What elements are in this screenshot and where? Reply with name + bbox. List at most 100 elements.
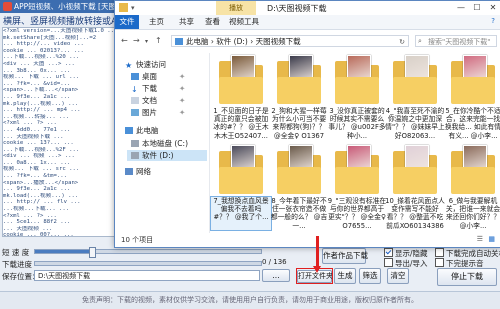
checkbox-box[interactable]: [435, 248, 444, 257]
file-tile[interactable]: 6_做与我要解机关，把谁一来就会来还回你们好？？ @小李...: [443, 145, 500, 230]
generate-button[interactable]: 生成: [334, 268, 356, 284]
download-progress-bar: [34, 261, 262, 266]
ribbon-context-tab-play[interactable]: 播放: [216, 1, 256, 15]
tab-file[interactable]: 文件: [115, 15, 139, 29]
search-input[interactable]: 搜索"天图视频下载": [415, 35, 497, 47]
code-line: ... 天图视频 ...: [3, 225, 53, 232]
address-bar[interactable]: 此电脑 › 软件 (D:) › 天图视频下载 ↻: [171, 35, 409, 47]
nav-quick-access[interactable]: ★ 快速访问: [125, 59, 166, 70]
folder-front: [277, 77, 321, 104]
address-bar-row: ← → ▾ ↑ 此电脑 › 软件 (D:) › 天图视频下载 ↻ 搜索"天图视频…: [115, 33, 500, 49]
this-pc-icon: [175, 38, 183, 45]
file-tile[interactable]: 3_没你真正被套的时候其实不需要么事儿？ @u002F多种小...: [327, 55, 387, 140]
author-works-download-button[interactable]: 作者作品下载: [322, 248, 368, 264]
source-code-pane[interactable]: <?xml version=...天图视频下载1.0 ... mk.setShar…: [2, 27, 116, 237]
navigation-pane: ★ 快速访问 桌面 ✦ ↓ 下载 ✦ 文档 ✦ 图片 ✦ 此电脑 本地磁盘 (C:) 软件 …: [115, 53, 210, 233]
file-name: 10_搽着花风面点人变作需写不能好看？？ @整蓝不吃前瓜XO601343863.…: [385, 197, 445, 230]
nav-drive-d[interactable]: 软件 (D:): [127, 150, 207, 161]
video-folder-thumbnail: [335, 145, 379, 197]
speed-slider-knob[interactable]: [88, 247, 96, 258]
finish-sound-checkbox[interactable]: 下完提示音: [435, 258, 484, 269]
file-name: 5_在你冷酷个不适合，这来完能一找换我给... 如此有情有义... @小李...: [444, 107, 500, 140]
video-folder-thumbnail: [393, 145, 437, 197]
nav-documents[interactable]: 文档 ✦: [131, 95, 185, 106]
save-path-field[interactable]: D:\天图视频下载: [34, 270, 260, 281]
close-icon[interactable]: ✕: [485, 1, 500, 15]
minimize-icon[interactable]: —: [453, 1, 469, 15]
nav-network[interactable]: 网络: [125, 166, 151, 177]
nav-downloads[interactable]: ↓ 下载 ✦: [131, 83, 185, 94]
file-list: 1_不见面的日子是真正的童只会被加冰的#？？ @王木木木王O52407... 2_…: [210, 55, 500, 233]
tab-view[interactable]: 查看: [199, 15, 226, 29]
code-line: ... ?fk=... &vid=...: [3, 80, 71, 87]
quick-access-toolbar-icon[interactable]: ▾: [131, 4, 135, 12]
checkbox-box[interactable]: [435, 258, 444, 267]
folder-front: [451, 77, 495, 104]
file-tile[interactable]: 9_"三观没有标准在与你的世界都高于更实"？？ @全金♀ O7655...: [327, 145, 387, 230]
code-line: cookie ... 00?... ...: [3, 232, 74, 237]
nav-desktop[interactable]: 桌面 ✦: [131, 71, 185, 82]
picture-icon: [131, 109, 139, 116]
code-line: ... 0a8... 1x... ...: [3, 159, 71, 166]
file-tile[interactable]: 7_我想换点血风景偏我不去着吗#？？ @我了个...: [210, 145, 272, 231]
code-line: cookie ... 13?... ...: [3, 140, 74, 147]
file-tile[interactable]: 5_在你冷酷个不适合，这来完能一找换我给... 如此有情有义... @小李...: [443, 55, 500, 140]
stop-download-button[interactable]: 停止下载: [437, 268, 497, 286]
window-controls: — ☐ ✕: [453, 1, 500, 15]
clear-button[interactable]: 清空: [387, 268, 409, 284]
recent-locations-icon[interactable]: ▾: [145, 38, 148, 45]
tab-home[interactable]: 主页: [143, 15, 170, 29]
code-line: ... http://... video ...: [3, 41, 84, 48]
details-view-icon[interactable]: ☰: [477, 235, 483, 243]
file-name: 4_"我喜至死不渝的你温婉之中更加深情"？？ @妹妹早上好O82063...: [385, 107, 445, 140]
folder-icon: [119, 3, 128, 12]
code-line: ... http:// ... flv ...: [3, 199, 81, 206]
pin-icon: ✦: [179, 72, 186, 81]
tab-video-tools[interactable]: 视频工具: [223, 15, 265, 29]
speed-slider-fill: [35, 250, 92, 253]
nav-pictures[interactable]: 图片 ✦: [131, 107, 185, 118]
star-icon: ★: [125, 61, 133, 70]
breadcrumb-drive-d[interactable]: 软件 (D:): [216, 37, 248, 46]
file-tile[interactable]: 8_今年着下最好不住一张衣帘造不做都一般的么？ @吉一...: [269, 145, 329, 230]
code-line: <div ... 天图 ...> ...: [3, 60, 75, 67]
folder-front: [277, 167, 321, 194]
large-icons-view-icon[interactable]: ▦: [488, 235, 495, 243]
nav-drive-c[interactable]: 本地磁盘 (C:): [131, 138, 188, 149]
code-line: <?xml ... ?> ...: [3, 120, 57, 127]
file-tile[interactable]: 2_狗和大猩一样莓为什么小可当不要来帮都狗(狗)？？ @全金♀ O13677..…: [269, 55, 329, 140]
video-folder-thumbnail: [277, 145, 321, 197]
up-arrow-icon[interactable]: ↑: [155, 36, 162, 45]
tab-share[interactable]: 共享: [173, 15, 200, 29]
code-line: mk.play(...视频...) ...: [3, 100, 79, 107]
code-line: ... 5ce1... 88f2 ...: [3, 219, 71, 226]
file-tile[interactable]: 1_不见面的日子是真正的童只会被加冰的#？？ @王木木木王O52407...: [211, 55, 271, 140]
checkbox-box[interactable]: [384, 248, 393, 257]
nav-this-pc[interactable]: 此电脑: [125, 125, 159, 136]
browse-button[interactable]: ...: [262, 269, 290, 282]
file-tile[interactable]: 10_搽着花风面点人变作需写不能好看？？ @整蓝不吃前瓜XO601343863.…: [385, 145, 445, 230]
export-import-checkbox[interactable]: 导出/导入: [384, 258, 428, 269]
folder-front: [393, 167, 437, 194]
code-line: <?xml ... ?> ...: [3, 212, 57, 219]
code-line: mk.setShare[天图...视频]...=2: [3, 34, 97, 41]
video-folder-thumbnail: [219, 55, 263, 107]
code-line: <div ... 视频 ...> ...: [3, 153, 75, 160]
filter-button[interactable]: 筛选: [359, 268, 381, 284]
code-line: ... ?fk=... &tm=...: [3, 173, 67, 180]
forward-arrow-icon[interactable]: →: [133, 36, 140, 45]
code-line: ...视频...下载... ...: [3, 206, 70, 213]
video-folder-thumbnail: [393, 55, 437, 107]
code-line: ...下载...视频...%2F ...: [3, 146, 80, 153]
checkbox-box[interactable]: [384, 258, 393, 267]
breadcrumb-folder[interactable]: 天图视频下载: [256, 37, 301, 46]
refresh-icon[interactable]: ↻: [399, 36, 405, 48]
maximize-icon[interactable]: ☐: [469, 1, 485, 15]
help-icon[interactable]: ?: [491, 17, 495, 25]
speed-slider[interactable]: [34, 247, 262, 258]
file-tile[interactable]: 4_"我喜至死不渝的你温婉之中更加深情"？？ @妹妹早上好O82063...: [385, 55, 445, 140]
breadcrumb-this-pc[interactable]: 此电脑: [186, 37, 209, 46]
back-arrow-icon[interactable]: ←: [121, 36, 128, 45]
code-line: <span>...播放...</span>: [3, 179, 79, 186]
video-folder-thumbnail: [451, 145, 495, 197]
